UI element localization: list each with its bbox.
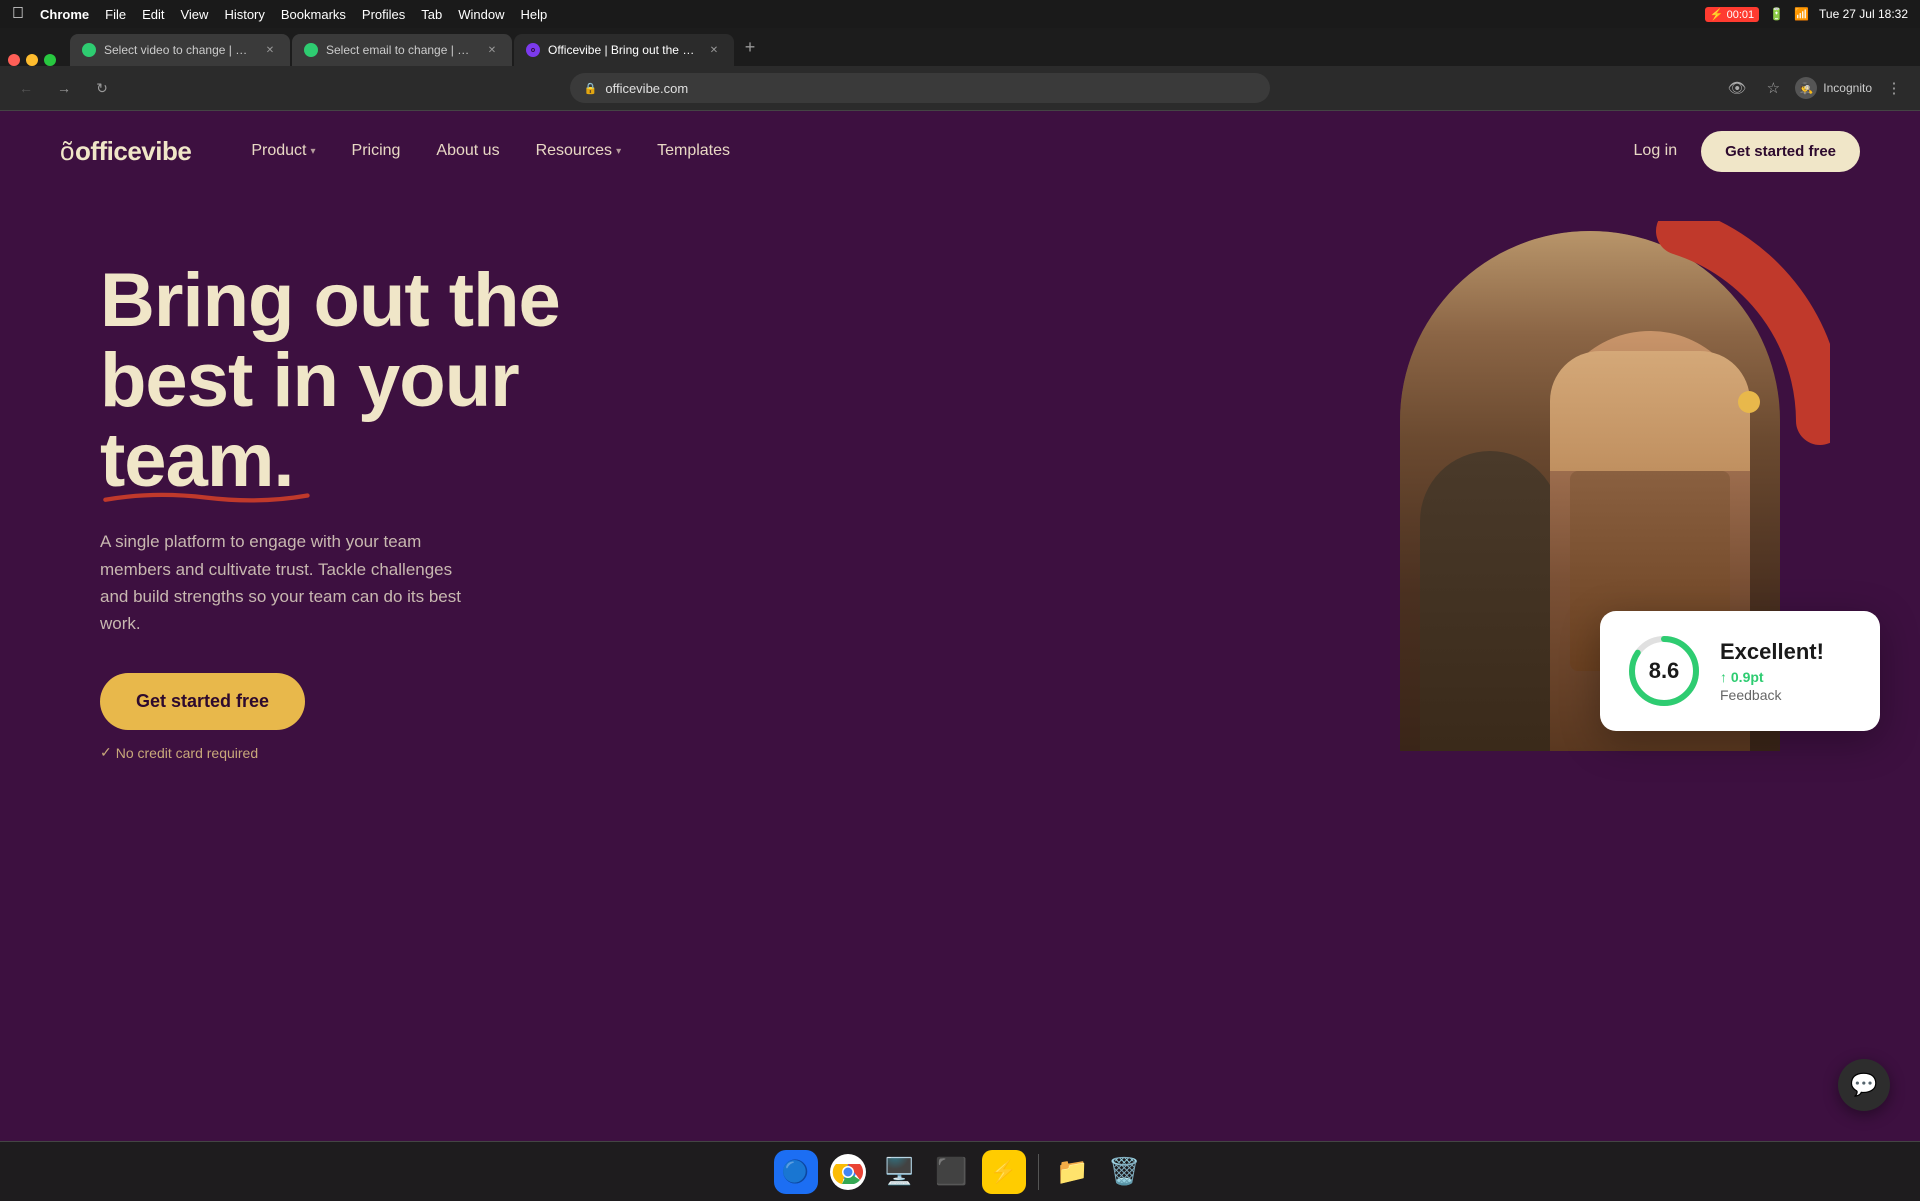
menu-edit[interactable]: Edit (142, 7, 164, 22)
nav-resources-label: Resources (536, 142, 612, 160)
new-tab-button[interactable]: + (736, 33, 764, 61)
tab-close-2[interactable]: ✕ (484, 42, 500, 58)
resources-chevron-icon: ▾ (616, 146, 621, 157)
menubar-right: ⚡ 00:01 🔋 📶 Tue 27 Jul 18:32 (1705, 7, 1908, 22)
product-chevron-icon: ▾ (310, 146, 315, 157)
app-name[interactable]: Chrome (40, 7, 89, 22)
incognito-label: Incognito (1823, 81, 1872, 95)
nav-right: Log in Get started free (1634, 131, 1860, 172)
logo-text: officevibe (75, 136, 191, 167)
dock-terminal[interactable]: ⬛ (930, 1150, 974, 1194)
clock: Tue 27 Jul 18:32 (1819, 7, 1908, 21)
nav-templates-label: Templates (657, 142, 730, 160)
bluetooth-icon: 🔋 (1769, 7, 1784, 21)
address-bar[interactable]: 🔒 officevibe.com (570, 73, 1270, 103)
privacy-icon[interactable]: 👁 (1723, 74, 1751, 102)
incognito-badge: 🕵 Incognito (1795, 77, 1872, 99)
dock-finder[interactable]: 🔵 (774, 1150, 818, 1194)
nav-about-label: About us (436, 142, 499, 160)
apple-menu[interactable]:  (12, 5, 24, 23)
chat-icon: 💬 (1850, 1072, 1877, 1098)
menu-bookmarks[interactable]: Bookmarks (281, 7, 346, 22)
yellow-dot-decoration (1738, 391, 1760, 413)
login-link[interactable]: Log in (1634, 142, 1678, 160)
chat-widget[interactable]: 💬 (1838, 1059, 1890, 1111)
hero-description: A single platform to engage with your te… (100, 528, 480, 637)
dock-chrome[interactable] (826, 1150, 870, 1194)
close-button[interactable] (8, 54, 20, 66)
traffic-lights (8, 54, 56, 66)
menu-tab[interactable]: Tab (421, 7, 442, 22)
lock-icon: 🔒 (584, 82, 598, 95)
nav-product-label: Product (251, 142, 306, 160)
headline-team-word: team. (100, 421, 294, 501)
no-credit-card-label: No credit card required (116, 745, 258, 761)
forward-button[interactable]: → (50, 74, 78, 102)
browser-tab-1[interactable]: Select video to change | Djang... ✕ (70, 34, 290, 66)
refresh-button[interactable]: ↻ (88, 74, 116, 102)
hero-text-block: Bring out thebest in your team. A single… (100, 231, 600, 761)
dock-thunderbolt[interactable]: ⚡ (982, 1150, 1026, 1194)
score-category: Feedback (1720, 687, 1856, 703)
dock-trash[interactable]: 🗑️ (1103, 1150, 1147, 1194)
url-text: officevibe.com (605, 81, 688, 96)
nav-pricing-label: Pricing (352, 142, 401, 160)
tab-title-1: Select video to change | Djang... (104, 43, 254, 57)
dock-finder-win[interactable]: 🖥️ (878, 1150, 922, 1194)
tab-favicon-3: o (526, 43, 540, 57)
nav-pricing[interactable]: Pricing (352, 142, 401, 160)
maximize-button[interactable] (44, 54, 56, 66)
tab-close-1[interactable]: ✕ (262, 42, 278, 58)
site-logo[interactable]: õ officevibe (60, 136, 191, 167)
menu-items: File Edit View History Bookmarks Profile… (105, 7, 547, 22)
menu-window[interactable]: Window (458, 7, 504, 22)
no-credit-card-text: ✓ No credit card required (100, 744, 600, 761)
headline-line1: Bring out thebest in your (100, 258, 560, 423)
bookmark-icon[interactable]: ☆ (1759, 74, 1787, 102)
nav-templates[interactable]: Templates (657, 142, 730, 160)
more-options-icon[interactable]: ⋮ (1880, 74, 1908, 102)
nav-resources[interactable]: Resources ▾ (536, 142, 622, 160)
hero-image-area: 8.6 Excellent! ↑ 0.9pt Feedback (600, 231, 1860, 761)
site-nav: õ officevibe Product ▾ Pricing About us … (0, 111, 1920, 191)
address-bar-row: ← → ↻ 🔒 officevibe.com 👁 ☆ 🕵 Incognito ⋮ (0, 66, 1920, 110)
menu-history[interactable]: History (224, 7, 264, 22)
tab-close-3[interactable]: ✕ (706, 42, 722, 58)
menu-profiles[interactable]: Profiles (362, 7, 405, 22)
back-button[interactable]: ← (12, 74, 40, 102)
menu-file[interactable]: File (105, 7, 126, 22)
dock-folder[interactable]: 📁 (1051, 1150, 1095, 1194)
menu-view[interactable]: View (180, 7, 208, 22)
minimize-button[interactable] (26, 54, 38, 66)
logo-tilde: õ (60, 136, 74, 167)
check-icon: ✓ (100, 744, 112, 761)
browser-tab-2[interactable]: Select email to change | Djang... ✕ (292, 34, 512, 66)
nav-product[interactable]: Product ▾ (251, 142, 315, 160)
hero-headline: Bring out thebest in your team. (100, 261, 600, 500)
tab-favicon-1 (82, 43, 96, 57)
wifi-icon: 📶 (1794, 7, 1809, 21)
nav-about[interactable]: About us (436, 142, 499, 160)
menu-help[interactable]: Help (521, 7, 548, 22)
browser-tab-3[interactable]: o Officevibe | Bring out the best... ✕ (514, 34, 734, 66)
mac-menubar:  Chrome File Edit View History Bookmark… (0, 0, 1920, 28)
hero-section: Bring out thebest in your team. A single… (0, 191, 1920, 1141)
tab-favicon-2 (304, 43, 318, 57)
nav-links: Product ▾ Pricing About us Resources ▾ T… (251, 142, 1633, 160)
battery-time: ⚡ 00:01 (1705, 7, 1759, 22)
tab-title-3: Officevibe | Bring out the best... (548, 43, 698, 57)
tabs-bar: Select video to change | Djang... ✕ Sele… (0, 28, 1920, 66)
dock-bar: 🔵 🖥️ ⬛ ⚡ 📁 🗑️ (0, 1141, 1920, 1201)
dock-divider (1038, 1154, 1039, 1190)
browser-chrome: Select video to change | Djang... ✕ Sele… (0, 28, 1920, 111)
address-bar-right: 👁 ☆ 🕵 Incognito ⋮ (1723, 74, 1908, 102)
hero-cta-button[interactable]: Get started free (100, 673, 305, 730)
nav-cta-button[interactable]: Get started free (1701, 131, 1860, 172)
website-content: õ officevibe Product ▾ Pricing About us … (0, 111, 1920, 1141)
incognito-avatar: 🕵 (1795, 77, 1817, 99)
tab-title-2: Select email to change | Djang... (326, 43, 476, 57)
